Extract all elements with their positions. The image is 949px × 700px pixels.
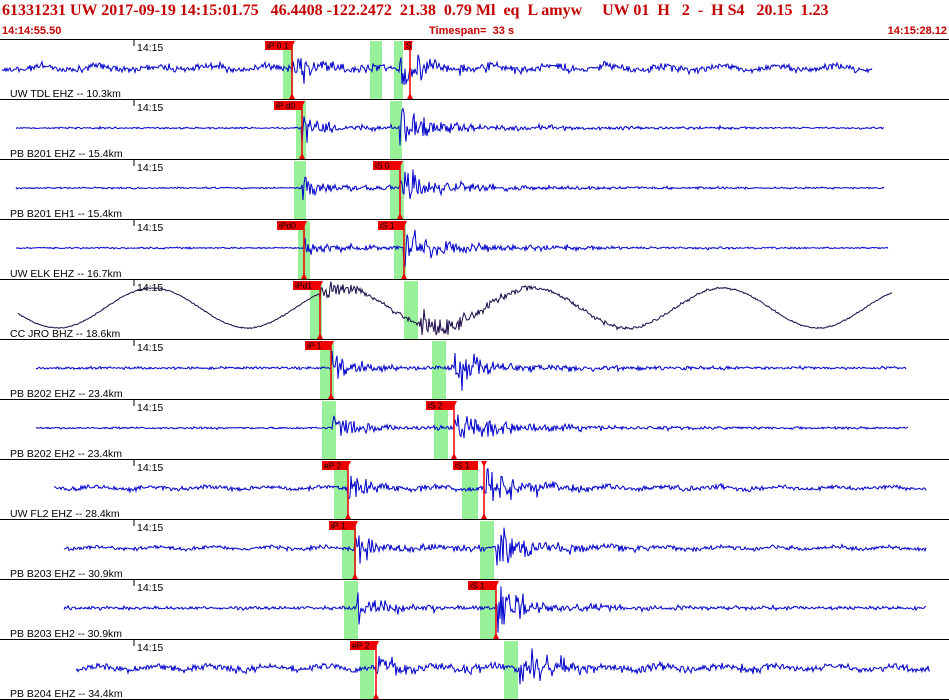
channel-label: PB B201 EHZ -- 15.4km (10, 148, 123, 160)
waveform-trace (15, 107, 885, 146)
time-tick-label: 14:15 (137, 102, 163, 114)
channel-row[interactable]: 14:15 iP d0 PB B201 EHZ -- 15.4km (0, 100, 949, 160)
waveform-trace (35, 414, 909, 439)
pick-label: iS 1 (470, 581, 485, 591)
time-tick-label: 14:15 (137, 582, 163, 594)
channel-label: PB B202 EHZ -- 23.4km (10, 388, 123, 400)
waveform-trace (1, 54, 873, 86)
channel-label: PB B203 EH2 -- 30.9km (10, 628, 122, 640)
time-tick-label: 14:15 (137, 162, 163, 174)
channel-label: UW TDL EHZ -- 10.3km (10, 88, 121, 100)
channel-label: PB B203 EHZ -- 30.9km (10, 568, 123, 580)
pick-label: iPd0 (279, 221, 296, 231)
pick-window (404, 281, 418, 340)
channel-label: UW FL2 EHZ -- 28.4km (10, 508, 120, 520)
pick-marker-icon (481, 513, 487, 519)
pick-window (480, 521, 494, 580)
time-tick-label: 14:15 (137, 42, 163, 54)
channel-row[interactable]: 14:15 eP 2 iS 1 UW FL2 EHZ -- 28.4km (0, 460, 949, 520)
pick-marker-icon (481, 461, 487, 467)
pick-label: eP 2 (352, 641, 370, 651)
seismogram-svg: 14:15 iP 0 1 S UW TDL EHZ -- 10.3km 14:15 iP … (0, 40, 949, 700)
channel-row[interactable]: 14:15 iPd1CC JRO BHZ -- 18.6km (0, 280, 949, 340)
time-tick-label: 14:15 (137, 462, 163, 474)
pick-label: iS 2 (428, 401, 443, 411)
channel-row[interactable]: 14:15 iS 1 PB B203 EH2 -- 30.9km (0, 580, 949, 640)
waveform-viewer: 61331231 UW 2017-09-19 14:15:01.75 46.44… (0, 0, 949, 700)
event-summary: 61331231 UW 2017-09-19 14:15:01.75 46.44… (2, 2, 829, 19)
pick-label: S (406, 41, 412, 51)
time-tick-label: 14:15 (137, 222, 163, 234)
pick-window (344, 581, 358, 640)
channel-row[interactable]: 14:15 iP 1 PB B203 EHZ -- 30.9km (0, 520, 949, 580)
pick-marker-icon (451, 453, 457, 459)
pick-window (432, 341, 446, 400)
waveform-trace (15, 169, 885, 201)
pick-label: iP 1 (307, 341, 322, 351)
pick-label: iS 1 (455, 461, 470, 471)
channel-row[interactable]: 14:15 iS 2 PB B202 EH2 -- 23.4km (0, 400, 949, 460)
waveform-trace (15, 229, 889, 267)
pick-marker-icon (407, 93, 413, 99)
channel-row[interactable]: 14:15 iP 0 1 S UW TDL EHZ -- 10.3km (0, 40, 949, 100)
channel-label: PB B202 EH2 -- 23.4km (10, 448, 122, 460)
pick-window (504, 641, 518, 700)
pick-window (294, 161, 306, 220)
time-tick-label: 14:15 (137, 342, 163, 354)
time-tick-label: 14:15 (137, 642, 163, 654)
channel-row[interactable]: 14:15 iPd0 iS 1 UW ELK EHZ -- 16.7km (0, 220, 949, 280)
channel-row[interactable]: 14:15 iP 1 PB B202 EHZ -- 23.4km (0, 340, 949, 400)
pick-label: iS 0 (375, 161, 390, 171)
channel-row[interactable]: 14:15 eP 2 PB B204 EHZ -- 34.4km (0, 640, 949, 700)
start-time: 14:14:55.50 (2, 25, 62, 37)
waveform-trace (35, 350, 907, 391)
pick-label: iP 0 1 (267, 41, 289, 51)
trace-panel[interactable]: 14:15 iP 0 1 S UW TDL EHZ -- 10.3km 14:15 iP … (0, 40, 949, 700)
channel-row[interactable]: 14:15 iS 0 PB B201 EH1 -- 15.4km (0, 160, 949, 220)
time-tick-label: 14:15 (137, 402, 163, 414)
waveform-trace (75, 648, 931, 685)
pick-window (322, 401, 336, 460)
pick-label: iP d0 (276, 101, 295, 111)
pick-label: iS 1 (380, 221, 395, 231)
waveform-trace (53, 468, 927, 502)
channel-label: PB B201 EH1 -- 15.4km (10, 208, 122, 220)
event-header: 61331231 UW 2017-09-19 14:15:01.75 46.44… (0, 0, 949, 40)
channel-label: UW ELK EHZ -- 16.7km (10, 268, 122, 280)
timespan: Timespan= 33 s (429, 25, 515, 37)
channel-label: CC JRO BHZ -- 18.6km (10, 328, 121, 340)
pick-label: iPd1 (295, 281, 312, 291)
waveform-trace (63, 527, 927, 566)
time-tick-label: 14:15 (137, 522, 163, 534)
channel-label: PB B204 EHZ -- 34.4km (10, 688, 123, 700)
pick-label: iP 1 (331, 521, 346, 531)
end-time: 14:15:28.12 (887, 25, 947, 37)
pick-label: eP 2 (324, 461, 342, 471)
